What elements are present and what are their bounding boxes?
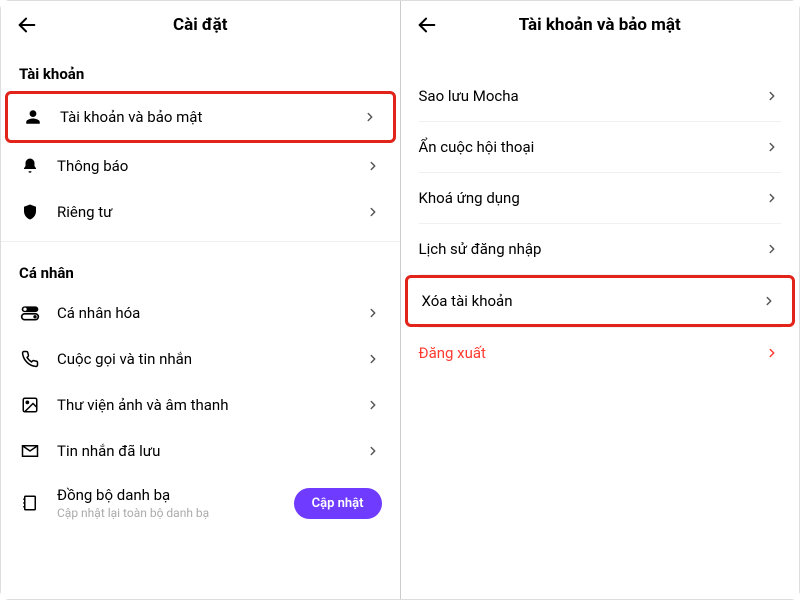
row-app-lock[interactable]: Khoá ứng dụng — [401, 173, 800, 223]
header: Cài đặt — [1, 1, 400, 49]
arrow-left-icon — [416, 14, 438, 36]
row-personalize[interactable]: Cá nhân hóa — [1, 290, 400, 336]
chevron-right-icon — [760, 292, 778, 310]
header: Tài khoản và bảo mật — [401, 1, 800, 49]
row-sync-contacts[interactable]: Đồng bộ danh bạ Cập nhật lại toàn bộ dan… — [1, 474, 400, 532]
chevron-right-icon — [364, 396, 382, 414]
row-logout[interactable]: Đăng xuất — [401, 328, 800, 378]
phone-icon — [19, 348, 41, 370]
chevron-right-icon — [364, 157, 382, 175]
chevron-right-icon — [364, 304, 382, 322]
back-button[interactable] — [15, 13, 39, 37]
page-title: Tài khoản và bảo mật — [519, 15, 681, 35]
account-security-screen: Tài khoản và bảo mật Sao lưu Mocha Ẩn cu… — [401, 1, 800, 599]
row-media-library[interactable]: Thư viện ảnh và âm thanh — [1, 382, 400, 428]
row-backup[interactable]: Sao lưu Mocha — [401, 71, 800, 121]
row-label: Cá nhân hóa — [57, 304, 364, 322]
envelope-icon — [19, 440, 41, 462]
row-label: Ẩn cuộc hội thoại — [419, 138, 764, 156]
divider — [1, 241, 400, 242]
row-privacy[interactable]: Riêng tư — [1, 189, 400, 235]
chevron-right-icon — [763, 138, 781, 156]
row-label: Tài khoản và bảo mật — [60, 108, 361, 126]
row-account-security[interactable]: Tài khoản và bảo mật — [5, 91, 396, 143]
row-label: Xóa tài khoản — [422, 292, 761, 310]
row-label: Tin nhắn đã lưu — [57, 442, 364, 460]
chevron-right-icon — [364, 203, 382, 221]
chevron-right-icon — [364, 442, 382, 460]
section-header-personal: Cá nhân — [1, 248, 400, 290]
toggle-icon — [19, 302, 41, 324]
update-button[interactable]: Cập nhật — [294, 488, 382, 519]
row-label: Đồng bộ danh bạ — [57, 486, 294, 504]
row-label: Thông báo — [57, 157, 364, 175]
row-saved-messages[interactable]: Tin nhắn đã lưu — [1, 428, 400, 474]
row-delete-account[interactable]: Xóa tài khoản — [405, 275, 796, 327]
row-label: Khoá ứng dụng — [419, 189, 764, 207]
bell-icon — [19, 155, 41, 177]
row-hide-conversation[interactable]: Ẩn cuộc hội thoại — [401, 122, 800, 172]
row-label: Thư viện ảnh và âm thanh — [57, 396, 364, 414]
row-notifications[interactable]: Thông báo — [1, 143, 400, 189]
row-label: Đăng xuất — [419, 344, 764, 362]
row-label: Cuộc gọi và tin nhắn — [57, 350, 364, 368]
section-header-account: Tài khoản — [1, 49, 400, 91]
row-label: Lịch sử đăng nhập — [419, 240, 764, 258]
settings-screen: Cài đặt Tài khoản Tài khoản và bảo mật T… — [1, 1, 401, 599]
row-login-history[interactable]: Lịch sử đăng nhập — [401, 224, 800, 274]
row-label: Riêng tư — [57, 203, 364, 221]
row-label: Sao lưu Mocha — [419, 87, 764, 105]
contacts-icon — [19, 492, 41, 514]
arrow-left-icon — [16, 14, 38, 36]
page-title: Cài đặt — [173, 15, 228, 35]
chevron-right-icon — [763, 189, 781, 207]
image-icon — [19, 394, 41, 416]
shield-icon — [19, 201, 41, 223]
row-sublabel: Cập nhật lại toàn bộ danh bạ — [57, 506, 294, 520]
back-button[interactable] — [415, 13, 439, 37]
chevron-right-icon — [763, 87, 781, 105]
chevron-right-icon — [361, 108, 379, 126]
row-calls-messages[interactable]: Cuộc gọi và tin nhắn — [1, 336, 400, 382]
person-icon — [22, 106, 44, 128]
chevron-right-icon — [364, 350, 382, 368]
chevron-right-icon — [763, 240, 781, 258]
chevron-right-icon — [763, 344, 781, 362]
